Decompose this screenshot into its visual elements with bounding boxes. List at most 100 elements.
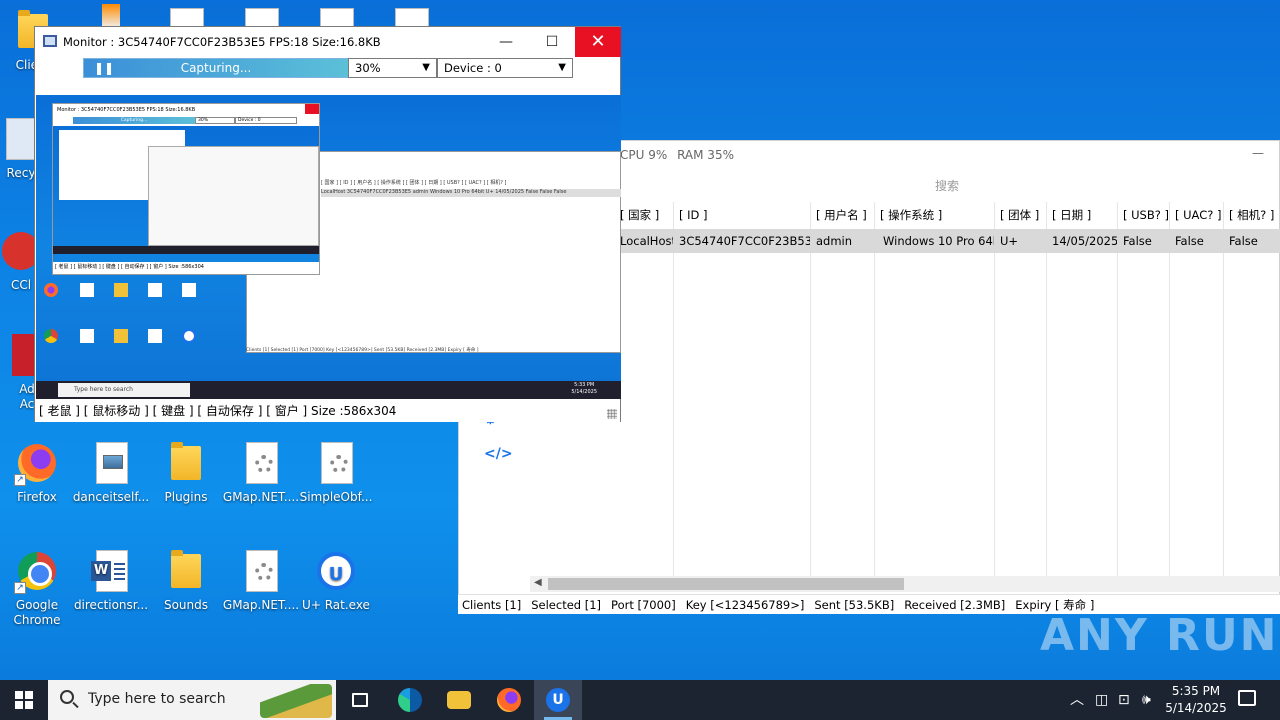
cell-country: LocalHost xyxy=(620,234,673,248)
column-header-camera[interactable]: [ 相机? ] xyxy=(1223,202,1280,228)
monitor-app-icon xyxy=(43,35,57,47)
windows-logo-icon xyxy=(25,701,33,709)
desktop-icon-plugins[interactable]: Plugins xyxy=(147,440,225,505)
desktop-icon-label: Google Chrome xyxy=(13,598,61,627)
column-header-country[interactable]: [ 国家 ] xyxy=(614,202,673,228)
table-header: [ 国家 ] [ ID ] [ 用户名 ] [ 操作系统 ] [ 团体 ] [ … xyxy=(614,202,1280,228)
desktop-icon-directions[interactable]: W directionsr... xyxy=(72,548,150,613)
desktop-icon-chrome[interactable]: ↗ Google Chrome xyxy=(0,548,76,628)
gear-file-icon xyxy=(238,548,284,594)
search-input[interactable]: 搜索 xyxy=(614,176,1280,196)
clients-table: [ 国家 ] [ ID ] [ 用户名 ] [ 操作系统 ] [ 团体 ] [ … xyxy=(614,202,1280,576)
quality-value: 30% xyxy=(355,61,381,75)
horizontal-scrollbar[interactable]: ◀ xyxy=(530,576,1280,592)
remote-table-row: LocalHost 3C54740F7CC0F23B53E5 admin Win… xyxy=(321,189,621,197)
windows-logo-icon xyxy=(15,701,23,709)
cell-username: admin xyxy=(816,234,853,248)
anyrun-watermark: ANY RUN xyxy=(1040,610,1279,661)
folder-icon xyxy=(114,283,128,297)
table-gridlines xyxy=(614,202,1280,576)
resize-grip-icon[interactable] xyxy=(607,409,617,419)
column-header-os[interactable]: [ 操作系统 ] xyxy=(874,202,994,228)
status-received: Received [2.3MB] xyxy=(904,597,1006,612)
gear-file-icon xyxy=(182,283,196,297)
code-icon[interactable]: </> xyxy=(484,446,513,462)
taskbar-clock[interactable]: 5:35 PM 5/14/2025 xyxy=(1160,683,1232,717)
remote-taskbar: Type here to search 5:33 PM 5/14/2025 xyxy=(36,381,621,399)
cell-group: U+ xyxy=(1000,234,1019,248)
desktop-icon-label: danceitself... xyxy=(72,490,150,504)
capture-label: Capturing... xyxy=(180,61,252,75)
minimize-button[interactable]: — xyxy=(1252,146,1264,160)
notification-icon[interactable] xyxy=(1238,690,1256,706)
scroll-left-icon[interactable]: ◀ xyxy=(534,577,542,588)
chevron-down-icon: ▼ xyxy=(422,62,430,73)
monitor-window: Monitor : 3C54740F7CC0F23B53E5 FPS:18 Si… xyxy=(34,26,621,422)
remote-device-select: Device : 0 xyxy=(235,117,297,124)
status-selected: Selected [1] xyxy=(531,597,602,612)
remote-table-header: [ 国家 ] [ ID ] [ 用户名 ] [ 操作系统 ] [ 团体 ] [ … xyxy=(321,180,507,186)
column-header-uac[interactable]: [ UAC? ] xyxy=(1169,202,1223,228)
minimize-button[interactable]: — xyxy=(483,27,529,57)
column-header-username[interactable]: [ 用户名 ] xyxy=(810,202,874,228)
taskbar-firefox[interactable] xyxy=(485,680,533,720)
desktop-icon-label: GMap.NET.... xyxy=(222,490,300,504)
remote-screen-view[interactable]: [ 国家 ] [ ID ] [ 用户名 ] [ 操作系统 ] [ 团体 ] [ … xyxy=(36,95,621,399)
column-header-id[interactable]: [ ID ] xyxy=(673,202,810,228)
table-row[interactable]: LocalHost 3C54740F7CC0F23B53E5 admin Win… xyxy=(614,229,1280,253)
desktop-icon-danceitself[interactable]: danceitself... xyxy=(72,440,150,505)
remote-nested-taskbar xyxy=(53,246,319,254)
column-header-date[interactable]: [ 日期 ] xyxy=(1046,202,1117,228)
cell-os: Windows 10 Pro 64bit xyxy=(883,234,994,248)
chevron-down-icon: ▼ xyxy=(558,62,566,73)
start-button[interactable] xyxy=(0,680,48,720)
desktop-icon-urat[interactable]: U U+ Rat.exe xyxy=(297,548,375,613)
desktop-icon-gmap-2[interactable]: GMap.NET.... xyxy=(222,548,300,613)
maximize-button[interactable]: ☐ xyxy=(529,27,575,57)
desktop-icon-partial[interactable] xyxy=(102,4,120,28)
desktop-icon-gmap-1[interactable]: GMap.NET.... xyxy=(222,440,300,505)
taskbar-urat[interactable]: U xyxy=(534,680,582,720)
volume-icon[interactable]: 🕪 xyxy=(1142,680,1151,720)
gear-file-icon xyxy=(148,329,162,343)
remote-nested-panel xyxy=(148,146,319,246)
windows-logo-icon xyxy=(15,691,23,699)
desktop-icon-firefox[interactable]: ↗ Firefox xyxy=(0,440,76,505)
monitor-titlebar[interactable]: Monitor : 3C54740F7CC0F23B53E5 FPS:18 Si… xyxy=(35,27,621,57)
scrollbar-thumb[interactable] xyxy=(548,578,904,590)
remote-monitor-footer: [ 老鼠 ] [ 鼠标移动 ] [ 键盘 ] [ 自动保存 ] [ 窗户 ] S… xyxy=(55,264,204,270)
quality-select[interactable]: 30% ▼ xyxy=(348,58,437,78)
tray-chevron-icon[interactable]: ︿ xyxy=(1070,680,1084,720)
monitor-footer-text: [ 老鼠 ] [ 鼠标移动 ] [ 键盘 ] [ 自动保存 ] [ 窗户 ] S… xyxy=(39,404,397,418)
capture-button[interactable]: ❚❚ Capturing... xyxy=(83,58,349,78)
taskbar-search-box[interactable]: Type here to search xyxy=(48,680,336,720)
task-view-button[interactable] xyxy=(336,680,384,720)
desktop-icon-label: GMap.NET.... xyxy=(222,598,300,612)
desktop-icon-simpleobf[interactable]: SimpleObf... xyxy=(297,440,375,505)
remote-date: 5/14/2025 xyxy=(571,389,597,395)
folder-icon xyxy=(163,548,209,594)
status-key: Key [<123456789>] xyxy=(685,597,805,612)
taskbar-edge[interactable] xyxy=(386,680,434,720)
remote-search: Type here to search xyxy=(58,383,190,397)
status-port: Port [7000] xyxy=(611,597,676,612)
close-button[interactable]: ✕ xyxy=(575,27,621,57)
device-select[interactable]: Device : 0 ▼ xyxy=(437,58,573,78)
edge-icon xyxy=(398,688,422,712)
window-title: Monitor : 3C54740F7CC0F23B53E5 FPS:18 Si… xyxy=(63,35,381,49)
search-highlight-image xyxy=(260,684,332,718)
taskbar-file-explorer[interactable] xyxy=(435,680,483,720)
desktop-icon-label: directionsr... xyxy=(73,598,149,612)
ram-usage: RAM 35% xyxy=(677,148,734,162)
device-value: Device : 0 xyxy=(444,61,502,75)
column-header-group[interactable]: [ 团体 ] xyxy=(994,202,1046,228)
desktop-icon-sounds[interactable]: Sounds xyxy=(147,548,225,613)
gear-file-icon xyxy=(238,440,284,486)
status-clients: Clients [1] xyxy=(462,597,522,612)
network-status-icon[interactable]: ◫ xyxy=(1095,680,1108,720)
column-header-usb[interactable]: [ USB? ] xyxy=(1117,202,1169,228)
gear-file-icon xyxy=(148,283,162,297)
desktop-icon-label: U+ Rat.exe xyxy=(302,598,370,612)
monitor-toolbar: ❚❚ Capturing... 30% ▼ Device : 0 ▼ xyxy=(83,58,573,78)
network-icon[interactable]: ⊡ xyxy=(1118,680,1130,720)
